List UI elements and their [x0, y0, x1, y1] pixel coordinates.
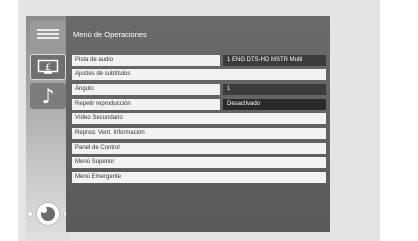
menu-row-label: Menú Superior — [72, 157, 326, 168]
menu-row-label: Ajustes de subtítulos — [72, 69, 326, 80]
page-title: Menú de Operaciones — [73, 30, 147, 39]
dpad-left-dot — [27, 211, 33, 217]
dpad-center — [41, 207, 47, 213]
menu-row-label: Reprod. Vent. Información — [72, 128, 326, 139]
svg-text:£: £ — [45, 63, 51, 73]
sidebar-item-list[interactable] — [30, 21, 66, 47]
menu-row-label: Pista de audio — [72, 55, 220, 66]
list-icon — [37, 27, 59, 41]
menu-row-label: Vídeo Secundario — [72, 113, 326, 124]
menu-row-label: Panel de Control — [72, 143, 326, 154]
menu-row-value[interactable]: 1 — [223, 84, 326, 95]
monitor-subtitle-icon: £ — [37, 59, 59, 74]
sidebar-item-subtitle[interactable]: £ — [30, 54, 66, 80]
sidebar-item-music[interactable]: ♪ — [30, 83, 66, 109]
menu-row-label: Menú Emergente — [72, 172, 326, 183]
music-note-icon: ♪ — [41, 84, 55, 108]
operations-menu-panel: Menú de Operaciones Pista de audio 1 ENG… — [66, 16, 330, 232]
directional-pad-icon — [36, 202, 60, 226]
menu-row-value[interactable]: Desactivado — [223, 99, 326, 110]
menu-row-label: Repetir reproducción — [72, 99, 220, 110]
menu-row-label: Ángulo — [72, 84, 220, 95]
menu-row-value[interactable]: 1 ENG DTS-HD MSTR Multi — [223, 55, 326, 66]
